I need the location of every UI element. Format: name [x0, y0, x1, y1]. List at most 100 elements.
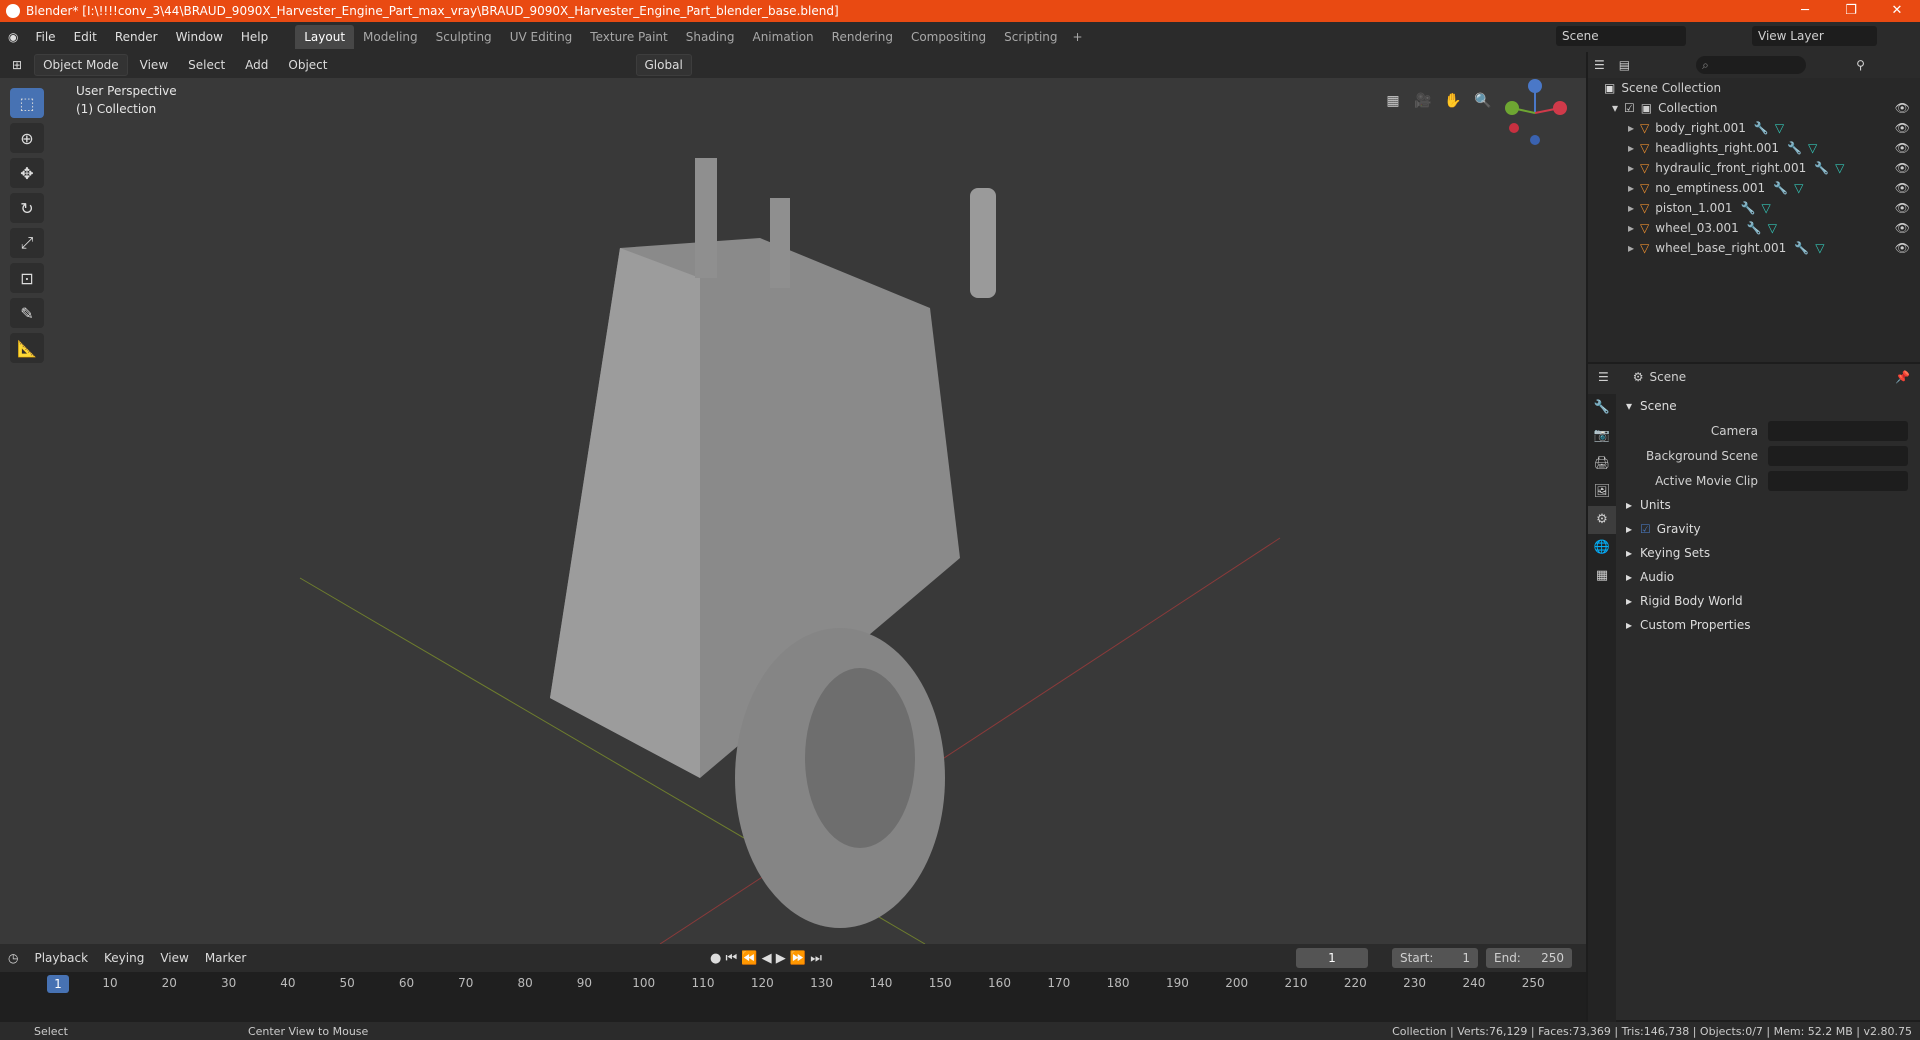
orientation-dropdown[interactable]: Global: [635, 54, 692, 76]
scene-collection-row[interactable]: ▣ Scene Collection: [1588, 78, 1920, 98]
mesh-data-icon[interactable]: ▽: [1794, 181, 1803, 195]
modifier-icon[interactable]: 🔧: [1747, 221, 1762, 235]
world-tab-icon[interactable]: 🌐: [1588, 534, 1616, 562]
outliner-editor-icon[interactable]: ☰: [1594, 58, 1605, 72]
timeline-view-menu[interactable]: View: [152, 951, 196, 965]
outliner-object-row[interactable]: ▸ ▽ hydraulic_front_right.001 🔧 ▽ 👁: [1588, 158, 1920, 178]
modifier-icon[interactable]: 🔧: [1794, 241, 1809, 255]
gravity-checkbox[interactable]: ☑: [1640, 522, 1651, 536]
mesh-data-icon[interactable]: ▽: [1808, 141, 1817, 155]
eye-icon[interactable]: 👁: [1895, 121, 1910, 135]
mesh-data-icon[interactable]: ▽: [1775, 121, 1784, 135]
panel-gravity[interactable]: ▸ ☑ Gravity: [1618, 517, 1920, 541]
outliner-object-row[interactable]: ▸ ▽ body_right.001 🔧 ▽ 👁: [1588, 118, 1920, 138]
measure-icon[interactable]: 📐: [10, 333, 44, 363]
eye-icon[interactable]: 👁: [1895, 221, 1910, 235]
add-workspace-button[interactable]: +: [1073, 30, 1083, 44]
object-menu[interactable]: Object: [280, 55, 335, 75]
hand-icon[interactable]: ✋: [1440, 88, 1466, 114]
menu-item-file[interactable]: File: [26, 30, 64, 44]
panel-audio[interactable]: ▸ Audio: [1618, 565, 1920, 589]
movie-clip-field[interactable]: [1768, 470, 1908, 491]
select-menu[interactable]: Select: [180, 55, 233, 75]
expand-icon[interactable]: ▸: [1628, 121, 1634, 135]
annotate-icon[interactable]: ✎: [10, 298, 44, 328]
maximize-button[interactable]: ❐: [1828, 0, 1874, 22]
outliner-object-row[interactable]: ▸ ▽ headlights_right.001 🔧 ▽ 👁: [1588, 138, 1920, 158]
panel-rigid-body-world[interactable]: ▸ Rigid Body World: [1618, 589, 1920, 613]
eye-icon[interactable]: 👁: [1895, 141, 1910, 155]
display-mode-icon[interactable]: ▤: [1619, 58, 1630, 72]
output-tab-icon[interactable]: 🖨: [1588, 450, 1616, 478]
filter-icon[interactable]: ⚲: [1856, 58, 1865, 72]
scale-icon[interactable]: ⤢: [10, 228, 44, 258]
eye-icon[interactable]: 👁: [1895, 161, 1910, 175]
panel-custom-properties[interactable]: ▸ Custom Properties: [1618, 613, 1920, 637]
modifier-icon[interactable]: 🔧: [1814, 161, 1829, 175]
playback-menu[interactable]: Playback: [26, 951, 96, 965]
tab-sculpting[interactable]: Sculpting: [427, 25, 501, 49]
modifier-icon[interactable]: 🔧: [1740, 201, 1755, 215]
mesh-data-icon[interactable]: ▽: [1761, 201, 1770, 215]
mesh-data-icon[interactable]: ▽: [1768, 221, 1777, 235]
navigation-gizmo[interactable]: [1500, 78, 1570, 148]
outliner-search-input[interactable]: ⌕: [1696, 56, 1807, 74]
timeline-editor-icon[interactable]: ◷: [0, 951, 26, 965]
outliner-object-row[interactable]: ▸ ▽ wheel_base_right.001 🔧 ▽ 👁: [1588, 238, 1920, 258]
view-layer-tab-icon[interactable]: 🖼: [1588, 478, 1616, 506]
modifier-icon[interactable]: 🔧: [1754, 121, 1769, 135]
tab-rendering[interactable]: Rendering: [823, 25, 902, 49]
panel-units[interactable]: ▸ Units: [1618, 493, 1920, 517]
tab-texture-paint[interactable]: Texture Paint: [581, 25, 676, 49]
start-frame-field[interactable]: Start: 1: [1392, 948, 1478, 968]
properties-editor-icon[interactable]: ☰: [1598, 370, 1609, 384]
scene-panel-header[interactable]: ▾ Scene: [1618, 394, 1920, 418]
editor-type-icon[interactable]: ⊞: [4, 55, 30, 75]
playhead[interactable]: 1: [47, 975, 69, 993]
view-layer-selector[interactable]: View Layer: [1752, 26, 1877, 46]
outliner-object-row[interactable]: ▸ ▽ no_emptiness.001 🔧 ▽ 👁: [1588, 178, 1920, 198]
marker-menu[interactable]: Marker: [197, 951, 254, 965]
checkbox-icon[interactable]: ☑: [1624, 101, 1635, 115]
transform-icon[interactable]: ⊡: [10, 263, 44, 293]
cursor-icon[interactable]: ⊕: [10, 123, 44, 153]
end-frame-field[interactable]: End: 250: [1486, 948, 1572, 968]
menu-item-window[interactable]: Window: [167, 30, 232, 44]
background-scene-field[interactable]: [1768, 445, 1908, 466]
menu-item-render[interactable]: Render: [106, 30, 167, 44]
view-menu[interactable]: View: [132, 55, 176, 75]
rotate-icon[interactable]: ↻: [10, 193, 44, 223]
expand-icon[interactable]: ▸: [1628, 181, 1634, 195]
expand-icon[interactable]: ▸: [1628, 221, 1634, 235]
outliner-object-row[interactable]: ▸ ▽ piston_1.001 🔧 ▽ 👁: [1588, 198, 1920, 218]
mode-dropdown[interactable]: Object Mode: [34, 54, 128, 76]
panel-keying-sets[interactable]: ▸ Keying Sets: [1618, 541, 1920, 565]
tab-scripting[interactable]: Scripting: [995, 25, 1066, 49]
expand-icon[interactable]: ▸: [1628, 241, 1634, 255]
add-menu[interactable]: Add: [237, 55, 276, 75]
timeline[interactable]: 1 10 20 30 40 50 60 70 80 90 100 110 120 130 140 150 16…: [0, 972, 1586, 1022]
3d-viewport[interactable]: ⬚ ⊕ ✥ ↻ ⤢ ⊡ ✎ 📐 User Perspective (1) Col…: [0, 78, 1586, 944]
grid-icon[interactable]: ▦: [1380, 88, 1406, 114]
eye-icon[interactable]: 👁: [1895, 101, 1910, 115]
camera-field[interactable]: [1768, 420, 1908, 441]
zoom-icon[interactable]: 🔍: [1470, 88, 1496, 114]
current-frame-field[interactable]: 1: [1296, 948, 1368, 968]
camera-icon[interactable]: 🎥: [1410, 88, 1436, 114]
tab-shading[interactable]: Shading: [677, 25, 744, 49]
blender-menu-icon[interactable]: ◉: [0, 30, 26, 44]
tab-modeling[interactable]: Modeling: [354, 25, 427, 49]
menu-item-edit[interactable]: Edit: [65, 30, 106, 44]
select-box-icon[interactable]: ⬚: [10, 88, 44, 118]
expand-icon[interactable]: ▸: [1628, 141, 1634, 155]
scene-selector[interactable]: Scene: [1556, 26, 1686, 46]
expand-icon[interactable]: ▸: [1628, 161, 1634, 175]
move-icon[interactable]: ✥: [10, 158, 44, 188]
keying-menu[interactable]: Keying: [96, 951, 152, 965]
modifier-icon[interactable]: 🔧: [1773, 181, 1788, 195]
menu-item-help[interactable]: Help: [232, 30, 277, 44]
expand-icon[interactable]: ▾: [1612, 101, 1618, 115]
eye-icon[interactable]: 👁: [1895, 201, 1910, 215]
tool-tab-icon[interactable]: 🔧: [1588, 394, 1616, 422]
scene-tab-icon[interactable]: ⚙: [1588, 506, 1616, 534]
